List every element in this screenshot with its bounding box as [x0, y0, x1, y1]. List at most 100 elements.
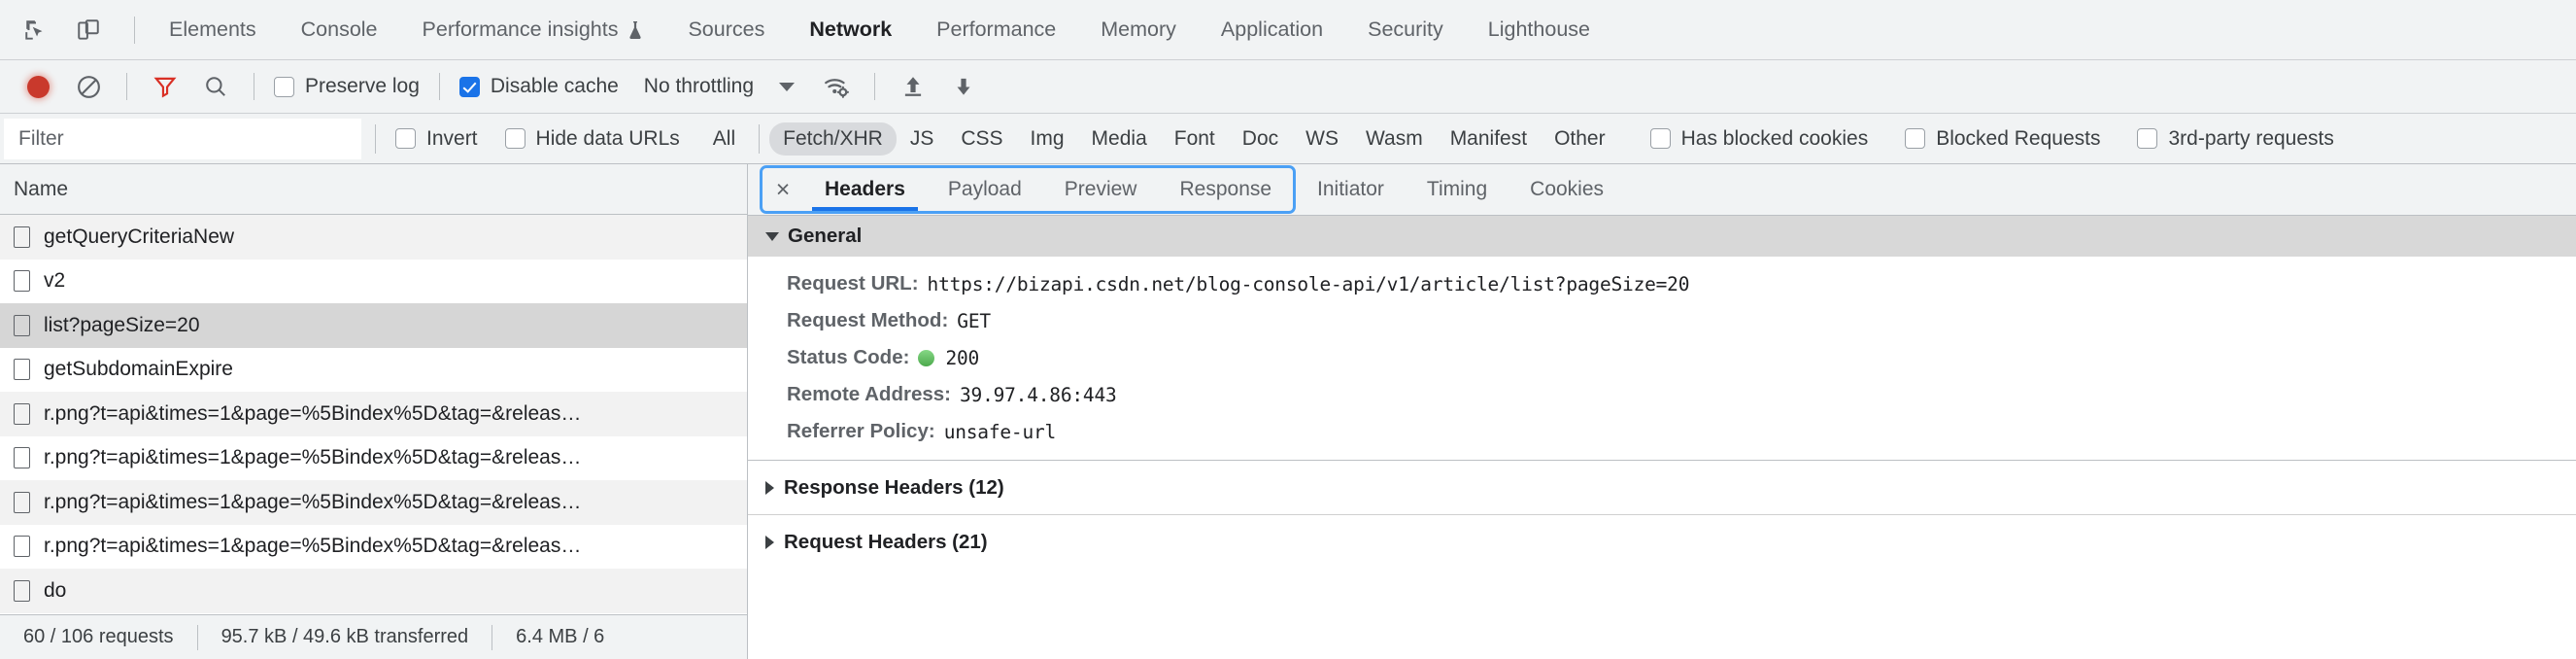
device-toolbar-icon[interactable]: [64, 8, 113, 52]
filter-type-doc[interactable]: Doc: [1229, 122, 1292, 156]
request-headers-title: Request Headers (21): [784, 530, 988, 553]
field-value: unsafe-url: [943, 420, 1057, 443]
filter-type-css[interactable]: CSS: [947, 122, 1016, 156]
clear-button[interactable]: [64, 65, 113, 108]
details-tab-label: Preview: [1064, 178, 1137, 200]
throttling-dropdown[interactable]: No throttling: [627, 75, 796, 98]
tab-initiator[interactable]: Initiator: [1296, 164, 1406, 215]
filter-type-other[interactable]: Other: [1541, 122, 1619, 156]
tab-sources[interactable]: Sources: [665, 0, 787, 59]
filter-type-label: Fetch/XHR: [783, 126, 883, 150]
third-party-requests-checkbox[interactable]: 3rd-party requests: [2131, 127, 2339, 151]
hide-data-urls-checkbox[interactable]: Hide data URLs: [499, 127, 686, 151]
tab-performance-insights[interactable]: Performance insights: [400, 0, 666, 59]
tab-label: Memory: [1101, 17, 1176, 41]
has-blocked-cookies-checkbox[interactable]: Has blocked cookies: [1644, 127, 1875, 151]
tab-preview[interactable]: Preview: [1043, 168, 1159, 211]
search-button[interactable]: [191, 65, 240, 108]
table-row[interactable]: do: [0, 569, 747, 613]
tab-label: Elements: [169, 17, 256, 41]
status-transferred: 95.7 kB / 49.6 kB transferred: [220, 626, 469, 647]
throttling-value: No throttling: [643, 75, 755, 97]
filter-type-label: WS: [1305, 126, 1339, 150]
tab-performance[interactable]: Performance: [914, 0, 1078, 59]
status-ok-icon: [918, 349, 935, 366]
checkbox-box: [1905, 128, 1926, 149]
third-party-requests-label: 3rd-party requests: [2168, 126, 2334, 150]
filter-type-media[interactable]: Media: [1078, 122, 1161, 156]
general-section-header[interactable]: General: [748, 216, 2576, 257]
document-icon: [14, 225, 30, 248]
tab-response[interactable]: Response: [1158, 168, 1293, 211]
table-row[interactable]: r.png?t=api&times=1&page=%5Bindex%5D&tag…: [0, 480, 747, 525]
field-referrer-policy: Referrer Policy: unsafe-url: [748, 413, 2576, 450]
tab-cookies[interactable]: Cookies: [1508, 164, 1625, 215]
details-tab-label: Timing: [1426, 178, 1488, 200]
filter-toggle-button[interactable]: [141, 65, 189, 108]
disable-cache-checkbox[interactable]: Disable cache: [454, 75, 625, 98]
filter-type-manifest[interactable]: Manifest: [1437, 122, 1541, 156]
tab-label: Security: [1368, 17, 1443, 41]
filter-input[interactable]: [4, 118, 361, 159]
table-row[interactable]: r.png?t=api&times=1&page=%5Bindex%5D&tag…: [0, 392, 747, 436]
table-row[interactable]: r.png?t=api&times=1&page=%5Bindex%5D&tag…: [0, 435, 747, 480]
tab-payload[interactable]: Payload: [927, 168, 1043, 211]
filter-type-fetch-xhr[interactable]: Fetch/XHR: [769, 121, 897, 156]
tab-console[interactable]: Console: [279, 0, 400, 59]
record-button[interactable]: [14, 65, 62, 108]
tab-lighthouse[interactable]: Lighthouse: [1466, 0, 1612, 59]
request-name: v2: [44, 269, 66, 293]
filter-type-label: Manifest: [1449, 126, 1528, 150]
field-value: 200: [945, 346, 980, 369]
tab-application[interactable]: Application: [1199, 0, 1345, 59]
table-row[interactable]: r.png?t=api&times=1&page=%5Bindex%5D&tag…: [0, 524, 747, 569]
field-status-code: Status Code: 200: [748, 339, 2576, 376]
filter-type-wasm[interactable]: Wasm: [1352, 122, 1437, 156]
field-value[interactable]: https://bizapi.csdn.net/blog-console-api…: [928, 273, 1690, 295]
tab-label: Application: [1220, 17, 1324, 41]
table-row[interactable]: v2: [0, 259, 747, 303]
filter-type-all[interactable]: All: [699, 122, 749, 156]
filter-type-label: Other: [1554, 126, 1606, 150]
field-key: Request URL:: [787, 272, 919, 295]
network-conditions-button[interactable]: [812, 65, 861, 108]
filter-type-label: All: [712, 126, 736, 150]
blocked-requests-checkbox[interactable]: Blocked Requests: [1899, 127, 2106, 151]
export-har-button[interactable]: [939, 65, 988, 108]
request-list-header[interactable]: Name: [0, 164, 747, 215]
tabstrip-divider: [134, 16, 135, 44]
request-name: getQueryCriteriaNew: [44, 225, 235, 248]
inspect-element-icon[interactable]: [12, 8, 60, 52]
document-icon: [14, 270, 30, 293]
import-har-button[interactable]: [889, 65, 937, 108]
filter-type-font[interactable]: Font: [1161, 122, 1229, 156]
request-headers-section[interactable]: Request Headers (21): [748, 514, 2576, 569]
document-icon: [14, 491, 30, 513]
invert-checkbox[interactable]: Invert: [390, 127, 484, 151]
filter-type-ws[interactable]: WS: [1292, 122, 1352, 156]
tab-timing[interactable]: Timing: [1406, 164, 1508, 215]
preserve-log-checkbox[interactable]: Preserve log: [268, 75, 425, 98]
filter-type-label: CSS: [961, 126, 1003, 150]
request-name: r.png?t=api&times=1&page=%5Bindex%5D&tag…: [44, 490, 582, 513]
tab-headers[interactable]: Headers: [803, 168, 927, 211]
tab-security[interactable]: Security: [1345, 0, 1466, 59]
general-section-title: General: [788, 225, 863, 247]
table-row[interactable]: getSubdomainExpire: [0, 347, 747, 392]
tab-memory[interactable]: Memory: [1078, 0, 1199, 59]
document-icon: [14, 402, 30, 425]
response-headers-section[interactable]: Response Headers (12): [748, 460, 2576, 514]
filterbar-divider-2: [759, 123, 761, 154]
tab-network[interactable]: Network: [787, 0, 914, 59]
chevron-right-icon: [765, 480, 774, 495]
table-row[interactable]: getQueryCriteriaNew: [0, 215, 747, 260]
close-icon[interactable]: ×: [763, 168, 803, 211]
filter-type-js[interactable]: JS: [897, 122, 948, 156]
tab-elements[interactable]: Elements: [147, 0, 279, 59]
table-row-selected[interactable]: list?pageSize=20: [0, 303, 747, 348]
has-blocked-cookies-label: Has blocked cookies: [1680, 126, 1869, 150]
filter-type-img[interactable]: Img: [1017, 122, 1078, 156]
checkbox-box: [504, 128, 525, 149]
request-name: r.png?t=api&times=1&page=%5Bindex%5D&tag…: [44, 446, 582, 469]
field-key: Remote Address:: [787, 383, 951, 405]
